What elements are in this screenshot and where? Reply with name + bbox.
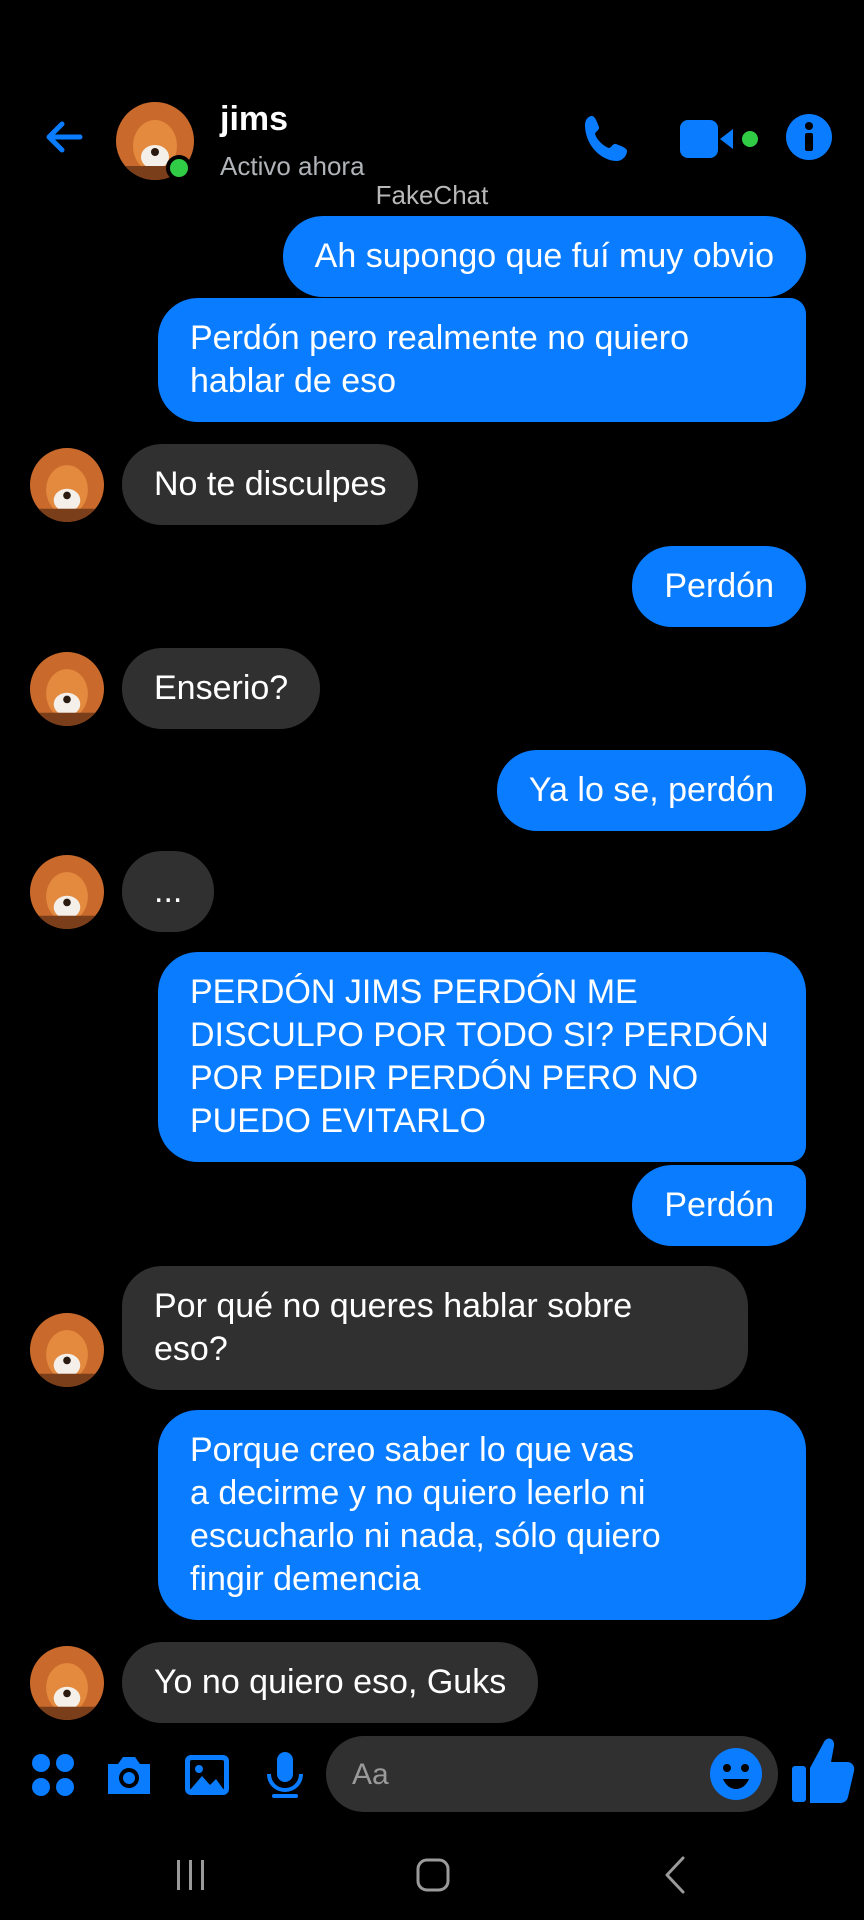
apps-grid-icon[interactable] bbox=[26, 1748, 80, 1802]
contact-avatar-small bbox=[30, 855, 104, 929]
contact-avatar-small bbox=[30, 652, 104, 726]
message-incoming[interactable]: No te disculpes bbox=[122, 444, 419, 525]
microphone-icon[interactable] bbox=[258, 1748, 312, 1802]
message-outgoing[interactable]: Ya lo se, perdón bbox=[496, 750, 806, 831]
message-outgoing[interactable]: Perdón pero realmente no quiero hablar d… bbox=[158, 298, 806, 422]
back-icon[interactable] bbox=[652, 1850, 702, 1900]
message-outgoing[interactable]: PERDÓN JIMS PERDÓN ME DISCULPO POR TODO … bbox=[158, 952, 806, 1162]
home-icon[interactable] bbox=[408, 1850, 458, 1900]
thumbs-up-icon[interactable] bbox=[790, 1734, 856, 1806]
emoji-icon[interactable] bbox=[708, 1746, 764, 1802]
contact-name[interactable]: jims bbox=[220, 100, 288, 139]
online-indicator bbox=[166, 155, 192, 181]
recent-apps-icon[interactable] bbox=[166, 1850, 216, 1900]
message-incoming[interactable]: Enserio? bbox=[122, 648, 321, 729]
camera-icon[interactable] bbox=[102, 1748, 156, 1802]
contact-avatar-small bbox=[30, 1646, 104, 1720]
message-incoming[interactable]: Por qué no queres hablar sobre eso? bbox=[122, 1266, 748, 1390]
message-composer bbox=[0, 1730, 864, 1820]
message-outgoing[interactable]: Perdón bbox=[632, 1165, 806, 1246]
message-outgoing[interactable]: Perdón bbox=[632, 546, 806, 627]
contact-avatar-small bbox=[30, 448, 104, 522]
phone-icon[interactable] bbox=[580, 112, 634, 166]
back-arrow-icon[interactable] bbox=[40, 112, 90, 162]
message-incoming[interactable]: Yo no quiero eso, Guks bbox=[122, 1642, 539, 1723]
message-outgoing[interactable]: Porque creo saber lo que vas a decirme y… bbox=[158, 1410, 806, 1620]
info-icon[interactable] bbox=[784, 112, 834, 162]
contact-status: Activo ahora bbox=[220, 151, 365, 181]
chat-header: jims Activo ahora FakeChat bbox=[0, 0, 864, 210]
watermark: FakeChat bbox=[375, 180, 489, 210]
system-navigation-bar bbox=[0, 1820, 864, 1920]
message-outgoing[interactable]: Ah supongo que fuí muy obvio bbox=[282, 216, 806, 297]
gallery-icon[interactable] bbox=[180, 1748, 234, 1802]
message-input-wrapper bbox=[326, 1736, 778, 1814]
message-input[interactable] bbox=[350, 1736, 694, 1814]
contact-avatar-small bbox=[30, 1313, 104, 1387]
message-incoming[interactable]: ... bbox=[122, 851, 215, 932]
video-camera-icon[interactable] bbox=[676, 118, 762, 162]
